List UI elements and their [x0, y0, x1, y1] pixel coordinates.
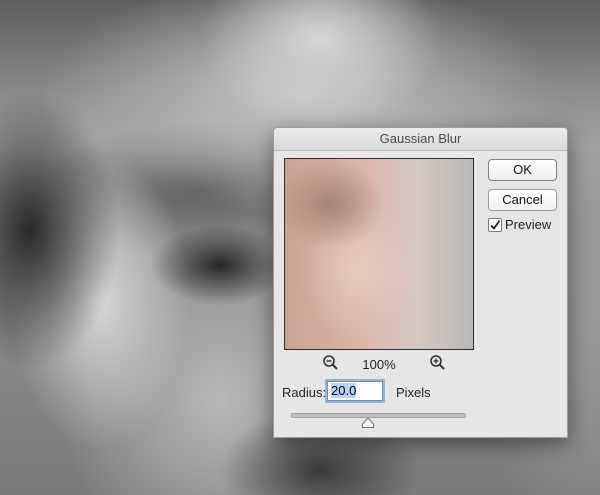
dialog-title: Gaussian Blur — [274, 128, 567, 151]
radius-label: Radius: — [282, 385, 327, 400]
filter-preview-pane[interactable] — [284, 158, 474, 350]
radius-value: 20.0 — [331, 383, 357, 398]
checkmark-icon — [490, 219, 501, 230]
radius-units: Pixels — [396, 385, 431, 400]
radius-slider-track[interactable] — [291, 413, 466, 418]
cancel-button[interactable]: Cancel — [488, 189, 557, 211]
preview-label: Preview — [505, 217, 552, 232]
zoom-in-icon[interactable] — [429, 354, 447, 372]
gaussian-blur-dialog: Gaussian Blur 100% Radius: 20.0 Pixels O… — [273, 127, 568, 438]
zoom-controls: 100% — [284, 354, 474, 374]
radius-slider-thumb[interactable] — [362, 415, 374, 428]
preview-checkbox[interactable] — [488, 218, 502, 232]
radius-input[interactable]: 20.0 — [327, 381, 383, 401]
ok-button[interactable]: OK — [488, 159, 557, 181]
